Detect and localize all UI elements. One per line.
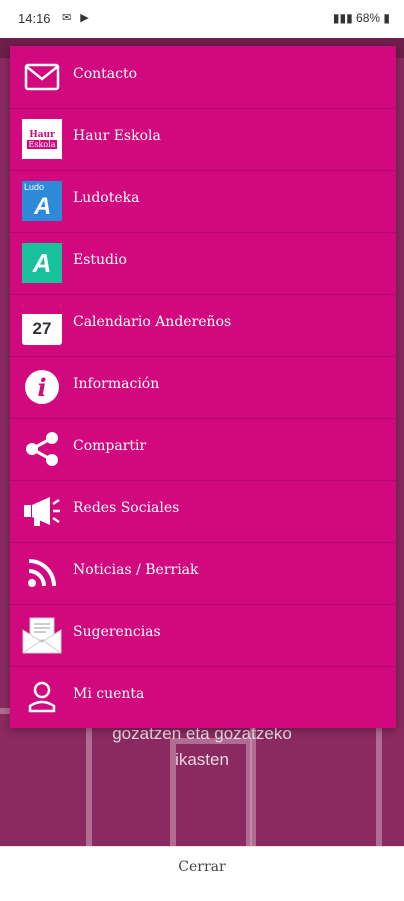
mail-icon — [22, 57, 62, 97]
menu-item-label: Redes Sociales — [73, 500, 180, 516]
menu-item-label: Calendario Andereños — [73, 314, 232, 330]
menu-item-label: Sugerencias — [73, 624, 161, 640]
menu-item-ludoteka[interactable]: Ludo A Ludoteka — [10, 170, 396, 233]
haur-eskola-logo: Haur Eskola — [22, 119, 62, 159]
envelope-letter-icon — [22, 615, 62, 655]
calendar-day: 27 — [32, 319, 52, 338]
calendar-icon: 27 — [22, 305, 62, 345]
info-icon: i — [22, 367, 62, 407]
menu-item-label: Compartir — [73, 438, 147, 454]
ludo-logo-a: A — [34, 193, 52, 220]
user-icon — [22, 677, 62, 717]
close-button[interactable]: Cerrar — [0, 859, 404, 875]
share-icon — [22, 429, 62, 469]
menu-item-label: Contacto — [73, 66, 138, 82]
haur-logo-top: Haur — [29, 129, 55, 140]
menu-item-compartir[interactable]: Compartir — [10, 418, 396, 481]
battery-text: 68% — [356, 11, 381, 25]
menu-item-label: Mi cuenta — [73, 686, 145, 702]
menu-item-sugerencias[interactable]: Sugerencias — [10, 604, 396, 667]
notification-icons: ✉ ▶ — [62, 12, 92, 24]
menu-item-label: Ludoteka — [73, 190, 140, 206]
signal-icon: ▮▮▮ — [332, 11, 353, 25]
rss-icon — [22, 553, 62, 593]
menu-item-label: Haur Eskola — [73, 128, 161, 144]
menu-item-informacion[interactable]: i Información — [10, 356, 396, 419]
status-right: ▮▮▮ 68% ▮ — [333, 11, 390, 25]
menu-item-contacto[interactable]: Contacto — [10, 46, 396, 109]
ludo-logo-text: Ludo — [24, 182, 45, 192]
status-time: 14:16 — [18, 11, 51, 26]
svg-text:i: i — [37, 373, 46, 402]
megaphone-icon — [22, 491, 62, 531]
footer-bar: Cerrar — [0, 846, 404, 901]
menu-item-estudio[interactable]: A Estudio — [10, 232, 396, 295]
navigation-drawer: Contacto Haur Eskola Haur Eskola Ludo A … — [10, 46, 396, 728]
background-text-line2: ikasten — [175, 750, 229, 769]
estudio-logo: A — [22, 243, 62, 283]
menu-item-noticias[interactable]: Noticias / Berriak — [10, 542, 396, 605]
ludoteka-logo: Ludo A — [22, 181, 62, 221]
menu-item-label: Estudio — [73, 252, 127, 268]
menu-item-calendario[interactable]: 27 Calendario Andereños — [10, 294, 396, 357]
status-bar: 14:16 ✉ ▶ ▮▮▮ 68% ▮ — [0, 0, 404, 38]
menu-item-mi-cuenta[interactable]: Mi cuenta — [10, 666, 396, 728]
haur-logo-bottom: Eskola — [26, 139, 58, 149]
menu-item-redes-sociales[interactable]: Redes Sociales — [10, 480, 396, 543]
estudio-logo-a: A — [32, 247, 52, 278]
menu-item-label: Noticias / Berriak — [73, 562, 199, 578]
menu-item-label: Información — [73, 376, 160, 392]
menu-item-haur-eskola[interactable]: Haur Eskola Haur Eskola — [10, 108, 396, 171]
battery-icon: ▮ — [383, 11, 390, 25]
